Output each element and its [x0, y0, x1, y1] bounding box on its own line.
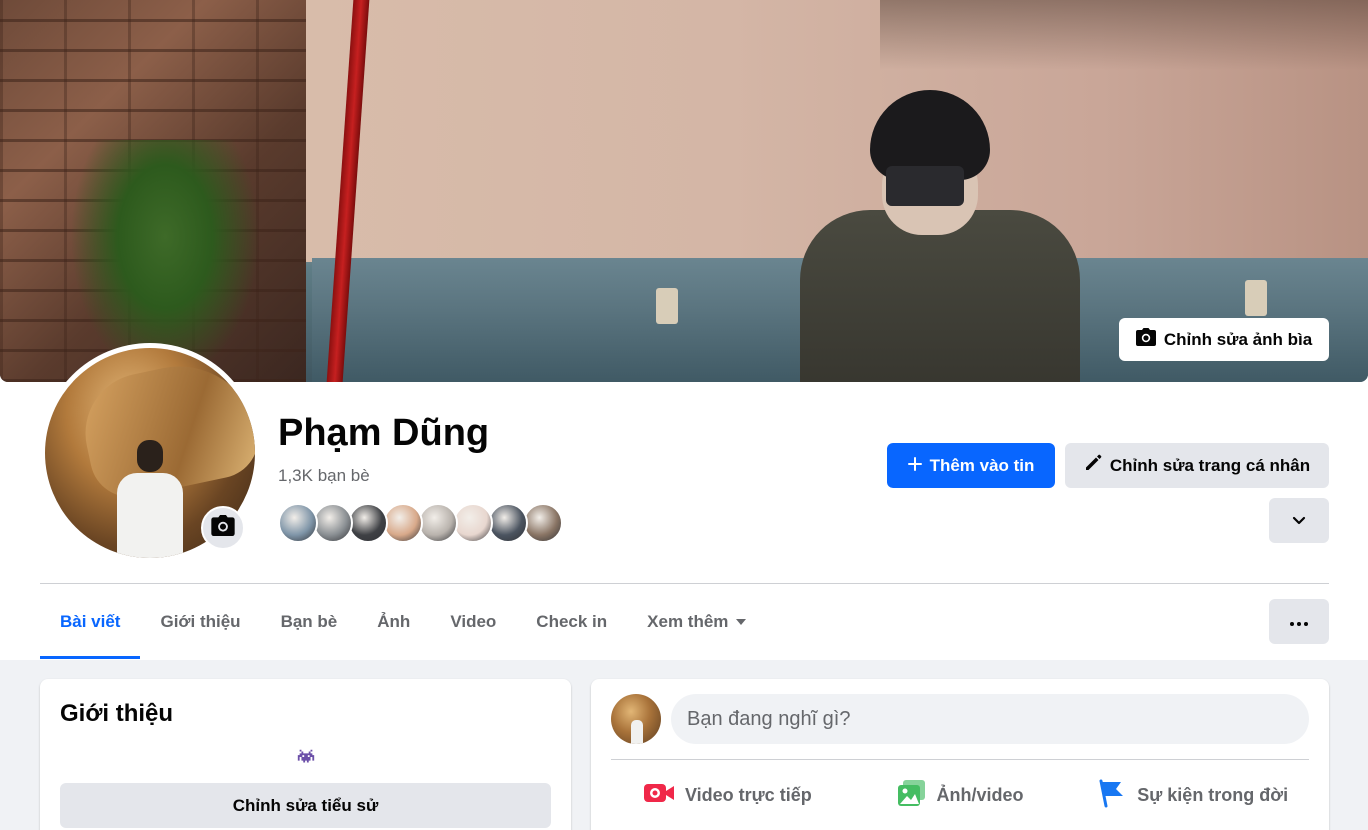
- profile-name: Phạm Dũng: [278, 412, 490, 454]
- update-avatar-camera-button[interactable]: [201, 506, 245, 550]
- header-divider: [40, 583, 1329, 584]
- friend-count[interactable]: 1,3K bạn bè: [278, 466, 370, 486]
- pencil-icon: [1084, 454, 1102, 477]
- composer-actions: Video trực tiếp Ảnh/video Sự kiện trong …: [611, 771, 1309, 819]
- live-video-icon: [643, 781, 675, 810]
- add-to-story-button[interactable]: Thêm vào tin: [887, 443, 1055, 488]
- space-invader-icon: [296, 747, 316, 767]
- friend-avatar[interactable]: [453, 503, 493, 543]
- live-video-button[interactable]: Video trực tiếp: [611, 771, 844, 819]
- friend-avatar-list: [278, 503, 563, 543]
- tab-more[interactable]: Xem thêm: [627, 585, 766, 659]
- profile-header: Chỉnh sửa ảnh bìa Phạm Dũng 1,3K bạn bè …: [0, 0, 1368, 660]
- caret-down-icon: [736, 619, 747, 625]
- camera-icon: [211, 515, 235, 541]
- add-to-story-label: Thêm vào tin: [929, 455, 1035, 475]
- life-event-button[interactable]: Sự kiện trong đời: [1076, 771, 1309, 819]
- friend-avatar[interactable]: [418, 503, 458, 543]
- flag-icon: [1097, 778, 1127, 813]
- tab-checkins[interactable]: Check in: [516, 585, 627, 659]
- plus-icon: [907, 456, 922, 476]
- more-options-button[interactable]: [1269, 599, 1329, 644]
- tab-photos[interactable]: Ảnh: [357, 585, 430, 659]
- profile-tabs: Bài viết Giới thiệu Bạn bè Ảnh Video Che…: [40, 585, 766, 660]
- status-input[interactable]: Bạn đang nghĩ gì?: [671, 694, 1309, 744]
- friend-avatar[interactable]: [313, 503, 353, 543]
- friend-avatar[interactable]: [488, 503, 528, 543]
- profile-dropdown-button[interactable]: [1269, 498, 1329, 543]
- friend-avatar[interactable]: [523, 503, 563, 543]
- ellipsis-icon: [1290, 613, 1308, 631]
- chevron-down-icon: [1292, 512, 1306, 530]
- life-event-label: Sự kiện trong đời: [1137, 784, 1289, 805]
- tab-posts[interactable]: Bài viết: [40, 585, 141, 659]
- tab-about[interactable]: Giới thiệu: [140, 585, 260, 659]
- photo-video-label: Ảnh/video: [936, 784, 1024, 805]
- intro-title: Giới thiệu: [60, 700, 174, 727]
- photo-icon: [897, 779, 927, 812]
- friend-avatar[interactable]: [278, 503, 318, 543]
- edit-bio-button[interactable]: Chỉnh sửa tiểu sử: [60, 783, 551, 828]
- photo-video-button[interactable]: Ảnh/video: [844, 771, 1077, 819]
- camera-icon: [1135, 328, 1156, 351]
- edit-cover-photo-label: Chỉnh sửa ảnh bìa: [1163, 329, 1313, 349]
- composer-avatar[interactable]: [611, 694, 661, 744]
- friend-avatar[interactable]: [348, 503, 388, 543]
- edit-profile-button[interactable]: Chỉnh sửa trang cá nhân: [1065, 443, 1329, 488]
- edit-profile-label: Chỉnh sửa trang cá nhân: [1109, 455, 1311, 475]
- live-video-label: Video trực tiếp: [684, 784, 812, 805]
- intro-card: Giới thiệu Chỉnh sửa tiểu sử: [40, 679, 571, 830]
- friend-avatar[interactable]: [383, 503, 423, 543]
- tab-videos[interactable]: Video: [430, 585, 516, 659]
- post-composer: Bạn đang nghĩ gì? Video trực tiếp Ảnh/vi…: [591, 679, 1329, 830]
- tab-friends[interactable]: Bạn bè: [261, 585, 358, 659]
- edit-cover-photo-button[interactable]: Chỉnh sửa ảnh bìa: [1119, 318, 1329, 361]
